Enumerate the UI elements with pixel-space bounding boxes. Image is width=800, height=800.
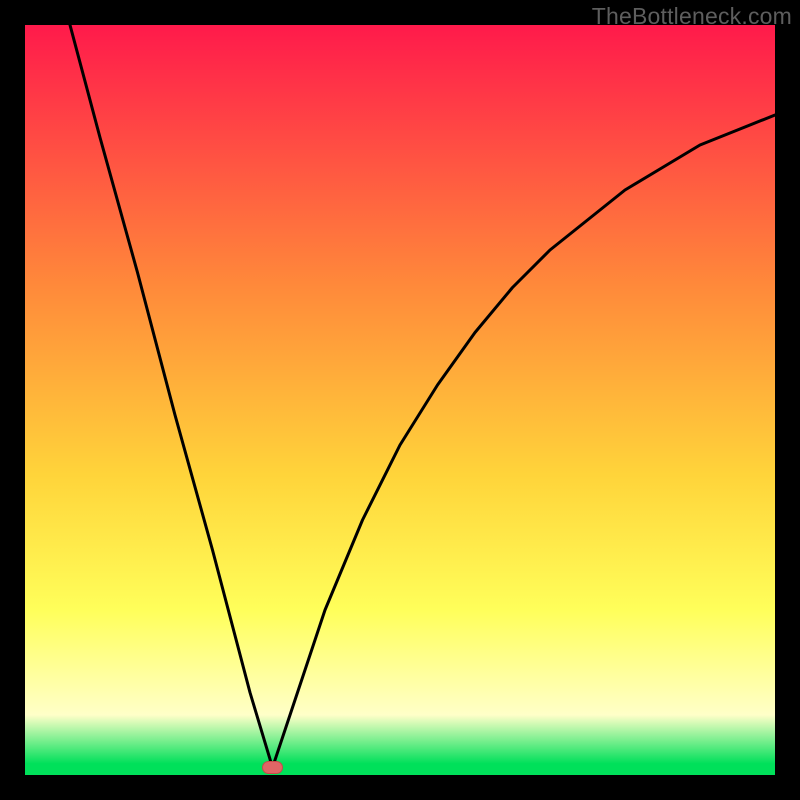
- gradient-background: [25, 25, 775, 775]
- bottleneck-chart: [25, 25, 775, 775]
- watermark-text: TheBottleneck.com: [592, 3, 792, 30]
- min-marker: [263, 762, 283, 774]
- chart-frame: TheBottleneck.com: [0, 0, 800, 800]
